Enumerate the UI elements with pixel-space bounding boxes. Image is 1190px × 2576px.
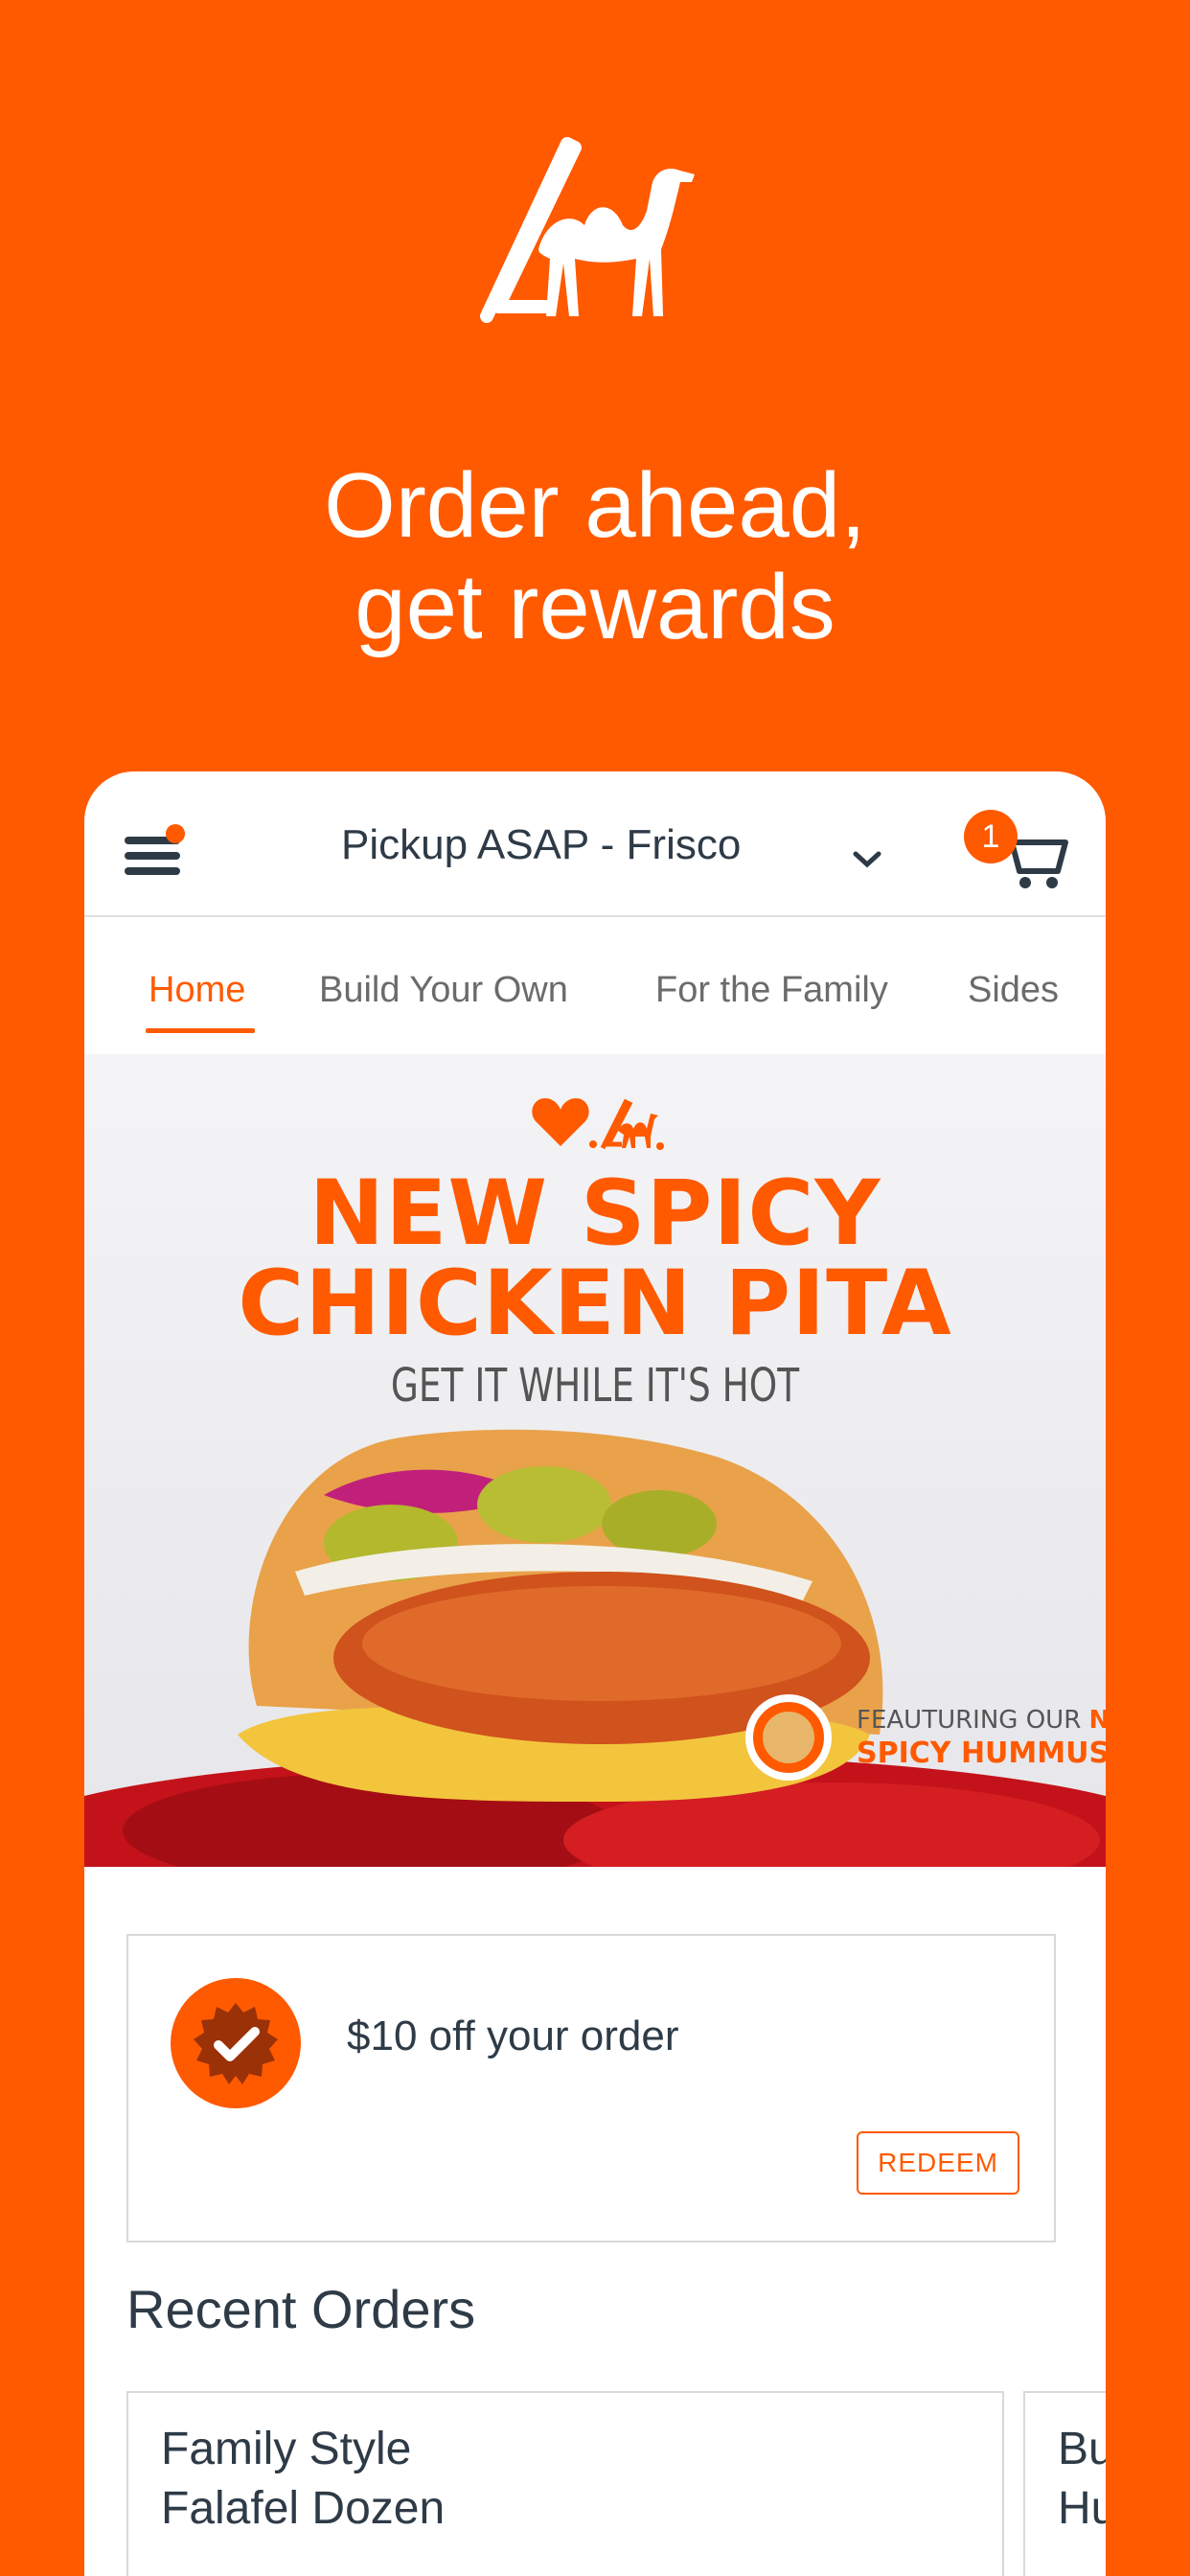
hero-headline: Order ahead, get rewards — [0, 455, 1190, 658]
active-tab-indicator — [146, 1028, 255, 1033]
recent-order-name-line-2: Falafel Dozen — [161, 2483, 446, 2534]
app-screen: Pickup ASAP - Frisco 1 Home Build Your O… — [84, 771, 1106, 2576]
category-tabs: Home Build Your Own For the Family Sides — [84, 917, 1106, 1057]
recent-order-name: Bu Hu — [1058, 2420, 1106, 2539]
recent-order-card[interactable]: Bu Hu — [1023, 2391, 1106, 2576]
recent-order-name-line-1: Bu — [1058, 2424, 1106, 2474]
promo-title: NEW SPICY CHICKEN PITA — [84, 1169, 1106, 1349]
tab-build-your-own[interactable]: Build Your Own — [319, 970, 568, 1011]
recent-orders-heading: Recent Orders — [126, 2279, 476, 2339]
tab-for-the-family[interactable]: For the Family — [655, 970, 888, 1011]
notification-dot — [166, 824, 185, 843]
chicken-pita-image — [84, 1429, 1106, 1867]
redeem-button[interactable]: REDEEM — [857, 2131, 1019, 2195]
recent-order-name-line-2: Hu — [1058, 2483, 1106, 2534]
recent-order-name: Family Style Falafel Dozen — [161, 2420, 445, 2539]
hero-headline-line-2: get rewards — [355, 556, 835, 658]
featuring-prefix: FEAUTURING OUR — [857, 1706, 1089, 1735]
tab-home[interactable]: Home — [149, 970, 245, 1011]
hummus-bowl-icon — [745, 1694, 832, 1781]
cart-count-badge: 1 — [964, 810, 1018, 863]
promo-title-line-1: NEW SPICY — [309, 1162, 881, 1266]
spicy-hummus-label: SPICY HUMMUS — [857, 1736, 1106, 1770]
app-header: Pickup ASAP - Frisco 1 — [84, 771, 1106, 917]
tab-sides[interactable]: Sides — [968, 970, 1059, 1011]
featuring-new-highlight: NEW! — [1088, 1706, 1106, 1735]
promo-banner[interactable]: NEW SPICY CHICKEN PITA GET IT WHILE IT'S… — [84, 1054, 1106, 1867]
location-selector[interactable]: Pickup ASAP - Frisco — [341, 821, 741, 869]
promo-title-line-2: CHICKEN PITA — [238, 1252, 952, 1356]
camel-tent-logo-icon — [480, 137, 695, 323]
reward-card: $10 off your order REDEEM — [126, 1934, 1056, 2242]
reward-check-badge-icon — [171, 1978, 301, 2108]
promo-subtitle: GET IT WHILE IT'S HOT — [390, 1359, 800, 1413]
chevron-down-icon[interactable] — [851, 848, 883, 871]
hero-headline-line-1: Order ahead, — [324, 454, 866, 557]
heart-camel-logo-icon — [532, 1098, 664, 1150]
recent-order-card[interactable]: Family Style Falafel Dozen — [126, 2391, 1004, 2576]
featuring-spicy-hummus-badge: FEAUTURING OUR NEW! SPICY HUMMUS — [745, 1687, 1106, 1782]
featuring-label: FEAUTURING OUR NEW! — [857, 1706, 1106, 1735]
recent-order-name-line-1: Family Style — [161, 2424, 412, 2474]
reward-description: $10 off your order — [347, 2012, 679, 2059]
